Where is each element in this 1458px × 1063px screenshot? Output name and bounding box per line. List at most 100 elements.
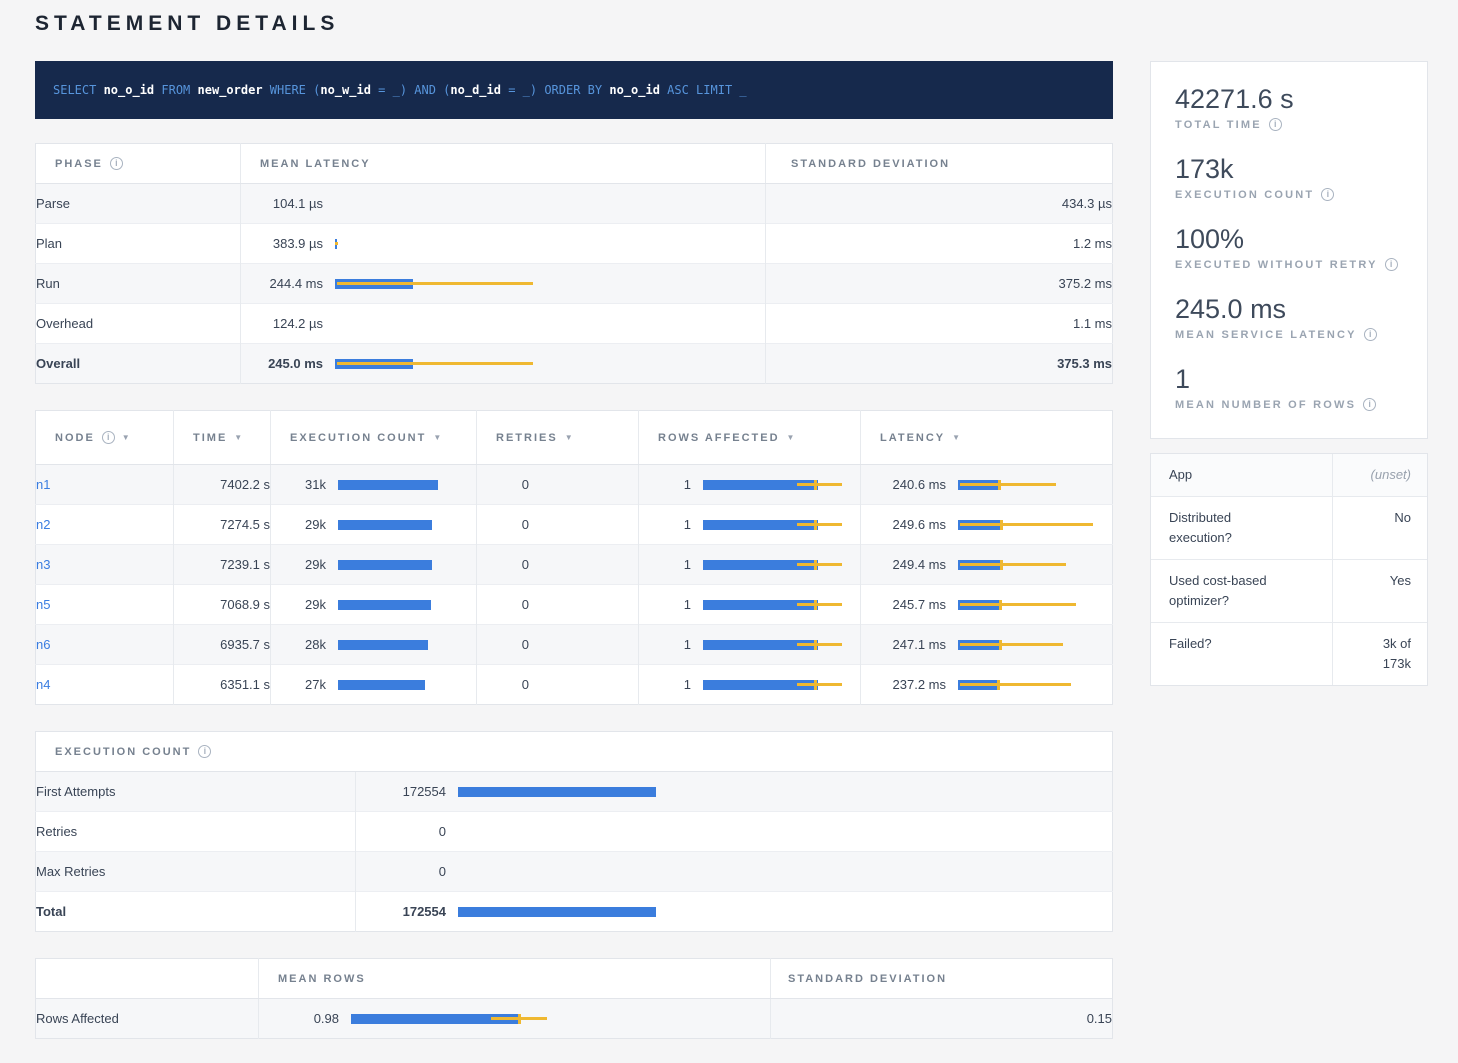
value-label: 172554 [356, 784, 446, 799]
summary-stat: 245.0 msMEAN SERVICE LATENCYi [1175, 294, 1403, 341]
rows-affected-cell: 1 [639, 505, 861, 545]
retries-column-header[interactable]: RETRIES▼ [477, 411, 639, 465]
mean-bar [338, 680, 425, 690]
mean-bar [338, 520, 432, 530]
execution-metric-value-bar: 0 [356, 812, 1112, 851]
execution-count-column-header[interactable]: EXECUTION COUNT▼ [271, 411, 477, 465]
attribute-row: Distributed execution?No [1151, 496, 1427, 559]
time-column-header[interactable]: TIME▼ [174, 411, 271, 465]
latency-bar-chart [958, 680, 1112, 690]
stdev-column-label: STANDARD DEVIATION [791, 158, 950, 170]
node-link[interactable]: n6 [36, 637, 50, 652]
stdev-tick [997, 680, 1000, 690]
info-icon[interactable]: i [102, 431, 115, 444]
execution-count-row: Retries0 [36, 812, 1113, 852]
sql-identifier: new_order [198, 83, 263, 97]
value-label: 0 [477, 517, 529, 532]
info-icon[interactable]: i [1269, 118, 1282, 131]
latency-cell: 249.6 ms [861, 505, 1113, 545]
execution-metric-value-bar: 172554 [356, 772, 1112, 811]
stat-value: 42271.6 s [1175, 84, 1403, 115]
value-label: 104.1 µs [241, 196, 323, 211]
execution-count-value-bar: 31k [271, 465, 476, 504]
node-link[interactable]: n1 [36, 477, 50, 492]
latency-value-bar: 247.1 ms [861, 625, 1112, 664]
stdev-line [960, 643, 1063, 646]
stdev-line [335, 242, 338, 245]
latency-bar-chart [458, 787, 1112, 797]
value-label: 0 [477, 477, 529, 492]
summary-stat: 1MEAN NUMBER OF ROWSi [1175, 364, 1403, 411]
latency-cell: 247.1 ms [861, 625, 1113, 665]
rows-table-header-row: MEAN ROWS STANDARD DEVIATION [36, 959, 1113, 999]
latency-bar-chart [335, 279, 765, 289]
rows-affected-column-header[interactable]: ROWS AFFECTED▼ [639, 411, 861, 465]
sort-arrow-icon: ▼ [122, 433, 130, 442]
latency-bar-chart [338, 680, 476, 690]
phase-table-header-row: PHASEi MEAN LATENCY STANDARD DEVIATION [36, 144, 1113, 184]
info-icon[interactable]: i [1363, 398, 1376, 411]
rows-affected-cell: 1 [639, 465, 861, 505]
stdev-tick [999, 600, 1002, 610]
phase-column-header: PHASEi [36, 144, 241, 184]
node-row: n27274.5 s29k01249.6 ms [36, 505, 1113, 545]
retries-cell: 0 [477, 465, 639, 505]
rows-stdev-cell: 0.15 [771, 999, 1113, 1039]
rows-affected-value-bar: 1 [639, 505, 860, 544]
stdev-tick [998, 480, 1001, 490]
mean-latency-value-bar: 124.2 µs [241, 304, 765, 343]
phase-name: Overall [36, 344, 241, 384]
node-link[interactable]: n3 [36, 557, 50, 572]
rows-affected-value-bar: 1 [639, 625, 860, 664]
rows-affected-row: Rows Affected0.980.15 [36, 999, 1113, 1039]
stat-label: EXECUTED WITHOUT RETRYi [1175, 258, 1403, 271]
node-cell: n6 [36, 625, 174, 665]
mean-latency-cell: 244.4 ms [241, 264, 766, 304]
value-label: 237.2 ms [861, 677, 946, 692]
value-label: 0.98 [259, 1011, 339, 1026]
node-link[interactable]: n2 [36, 517, 50, 532]
attribute-value: No [1333, 497, 1427, 559]
latency-bar-chart [338, 560, 476, 570]
sql-statement-box: SELECT no_o_id FROM new_order WHERE (no_… [35, 61, 1113, 119]
info-icon[interactable]: i [1385, 258, 1398, 271]
rows-metric-column-header [36, 959, 259, 999]
retries-value: 0 [477, 505, 638, 544]
execution-metric-value-cell: 172554 [356, 772, 1113, 812]
phase-name: Parse [36, 184, 241, 224]
value-label: 1 [639, 597, 691, 612]
execution-count-row: First Attempts172554 [36, 772, 1113, 812]
sort-arrow-icon: ▼ [433, 433, 441, 442]
mean-bar [338, 560, 432, 570]
info-icon[interactable]: i [110, 157, 123, 170]
node-column-header[interactable]: NODEi▼ [36, 411, 174, 465]
retries-cell: 0 [477, 625, 639, 665]
rows-affected-cell: 1 [639, 625, 861, 665]
latency-cell: 245.7 ms [861, 585, 1113, 625]
value-label: 247.1 ms [861, 637, 946, 652]
value-label: 245.0 ms [241, 356, 323, 371]
latency-column-header[interactable]: LATENCY▼ [861, 411, 1113, 465]
node-link[interactable]: n5 [36, 597, 50, 612]
rows-affected-table: MEAN ROWS STANDARD DEVIATION Rows Affect… [35, 958, 1113, 1039]
phase-name: Run [36, 264, 241, 304]
info-icon[interactable]: i [1321, 188, 1334, 201]
info-icon[interactable]: i [1364, 328, 1377, 341]
latency-value-bar: 240.6 ms [861, 465, 1112, 504]
mean-rows-cell: 0.98 [259, 999, 771, 1039]
latency-bar-chart [338, 520, 476, 530]
mean-bar [338, 480, 438, 490]
mean-latency-value-bar: 244.4 ms [241, 264, 765, 303]
node-cell: n2 [36, 505, 174, 545]
info-icon[interactable]: i [198, 745, 211, 758]
mean-rows-column-label: MEAN ROWS [278, 973, 366, 985]
attribute-value: (unset) [1333, 454, 1427, 496]
node-link[interactable]: n4 [36, 677, 50, 692]
latency-bar-chart [458, 907, 1112, 917]
time-cell: 7239.1 s [174, 545, 271, 585]
page-title: STATEMENT DETAILS [35, 12, 1428, 36]
retries-value: 0 [477, 665, 638, 704]
latency-bar-chart [958, 600, 1112, 610]
sql-statement: SELECT no_o_id FROM new_order WHERE (no_… [53, 83, 747, 97]
node-stats-table: NODEi▼ TIME▼ EXECUTION COUNT▼ RETRIES▼ R… [35, 410, 1113, 705]
